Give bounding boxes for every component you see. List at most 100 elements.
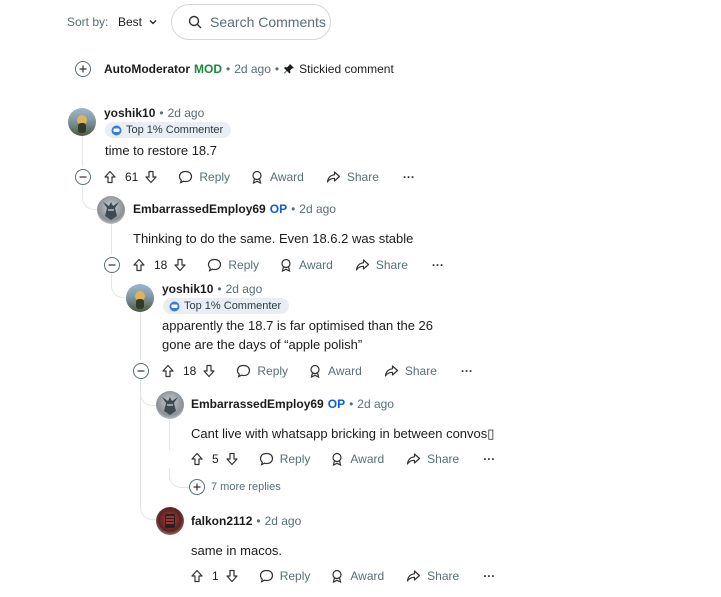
thread-line (111, 224, 112, 254)
downvote-button[interactable] (173, 258, 187, 272)
reply-button[interactable]: Reply (236, 364, 288, 378)
upvote-button[interactable] (190, 452, 204, 466)
reply-icon (259, 569, 273, 583)
username[interactable]: AutoModerator (104, 62, 190, 76)
comment-header: yoshik10 • 2d ago (162, 282, 262, 296)
vote-count: 1 (212, 569, 219, 583)
downvote-icon (226, 452, 238, 466)
share-icon (407, 453, 421, 465)
more-options-button[interactable]: ··· (432, 258, 444, 272)
reply-button[interactable]: Reply (207, 258, 259, 272)
comment-actions: 18 Reply Award Share ··· (161, 360, 473, 382)
collapse-thread-button[interactable] (75, 169, 91, 185)
comment-text-line: gone are the days of “apple polish” (162, 337, 363, 352)
timestamp: 2d ago (225, 282, 263, 296)
vote-count: 61 (125, 170, 139, 184)
comment-actions: 1 Reply Award Share ··· (190, 565, 495, 587)
more-options-button[interactable]: ··· (483, 452, 495, 466)
upvote-icon (104, 170, 116, 184)
search-icon (188, 15, 202, 29)
timestamp: 2d ago (167, 106, 205, 120)
separator: • (274, 62, 280, 76)
comment-header: falkon2112 • 2d ago (191, 514, 301, 528)
sort-value: Best (118, 15, 143, 29)
sort-dropdown[interactable]: Best (118, 15, 158, 29)
avatar[interactable] (156, 391, 184, 419)
award-button[interactable]: Award (279, 258, 333, 272)
share-button[interactable]: Share (406, 452, 459, 466)
award-icon (252, 170, 262, 184)
upvote-icon (133, 258, 145, 272)
more-options-button[interactable]: ··· (483, 569, 495, 583)
search-placeholder: Search Comments (210, 14, 326, 30)
sort-by-label: Sort by: (67, 15, 109, 29)
op-badge: OP (327, 397, 346, 411)
share-button[interactable]: Share (326, 170, 379, 184)
username[interactable]: falkon2112 (191, 514, 252, 528)
username[interactable]: EmbarrassedEmploy69 (191, 397, 324, 411)
minus-icon (108, 264, 116, 266)
thread-line (82, 136, 83, 166)
share-button[interactable]: Share (355, 258, 408, 272)
username[interactable]: yoshik10 (162, 282, 213, 296)
downvote-button[interactable] (225, 569, 239, 583)
more-replies-button[interactable]: 7 more replies (189, 479, 281, 495)
username[interactable]: EmbarrassedEmploy69 (133, 202, 266, 216)
vote-count: 18 (154, 258, 168, 272)
search-comments-input[interactable]: Search Comments (171, 4, 331, 40)
more-replies-label: 7 more replies (211, 481, 281, 493)
award-button[interactable]: Award (308, 364, 362, 378)
timestamp: 2d ago (234, 62, 271, 76)
user-flair: Top 1% Commenter (163, 298, 290, 314)
expand-comment-button[interactable] (75, 61, 91, 77)
reply-icon (208, 258, 222, 272)
mod-badge: MOD (194, 62, 222, 76)
thread-connector (140, 386, 156, 406)
downvote-button[interactable] (225, 452, 239, 466)
minus-icon (137, 370, 145, 372)
reply-button[interactable]: Reply (259, 569, 310, 583)
award-button[interactable]: Award (250, 170, 304, 184)
flair-text: Top 1% Commenter (184, 300, 282, 312)
avatar[interactable] (68, 108, 96, 136)
avatar[interactable] (126, 284, 154, 312)
reply-button[interactable]: Reply (259, 452, 310, 466)
separator: • (291, 202, 296, 216)
separator: • (256, 514, 261, 528)
collapse-thread-button[interactable] (133, 363, 149, 379)
upvote-button[interactable] (161, 364, 175, 378)
comment-header: yoshik10 • 2d ago (104, 106, 204, 120)
award-button[interactable]: Award (330, 452, 384, 466)
award-icon (332, 569, 342, 583)
upvote-icon (191, 569, 203, 583)
minus-icon (79, 176, 87, 178)
separator: • (217, 282, 222, 296)
avatar[interactable] (156, 507, 184, 535)
share-button[interactable]: Share (406, 569, 459, 583)
avatar[interactable] (97, 196, 125, 224)
upvote-icon (162, 364, 174, 378)
downvote-button[interactable] (144, 170, 158, 184)
downvote-icon (226, 569, 238, 583)
share-icon (384, 365, 398, 377)
upvote-button[interactable] (103, 170, 117, 184)
upvote-button[interactable] (190, 569, 204, 583)
downvote-icon (174, 258, 186, 272)
vote-count: 5 (212, 452, 219, 466)
chevron-down-icon (148, 17, 158, 27)
timestamp: 2d ago (264, 514, 302, 528)
more-options-button[interactable]: ··· (403, 170, 415, 184)
thread-connector (169, 474, 189, 488)
share-button[interactable]: Share (384, 364, 437, 378)
more-options-button[interactable]: ··· (461, 364, 473, 378)
upvote-button[interactable] (132, 258, 146, 272)
stickied-label: Stickied comment (299, 62, 394, 76)
downvote-button[interactable] (202, 364, 216, 378)
comment-actions: 18 Reply Award Share ··· (132, 254, 444, 276)
collapse-thread-button[interactable] (104, 257, 120, 273)
reply-button[interactable]: Reply (178, 170, 230, 184)
award-button[interactable]: Award (330, 569, 384, 583)
automod-header: AutoModerator MOD • 2d ago • Stickied co… (104, 62, 394, 76)
comment-header: EmbarrassedEmploy69 OP • 2d ago (133, 202, 336, 216)
username[interactable]: yoshik10 (104, 106, 155, 120)
